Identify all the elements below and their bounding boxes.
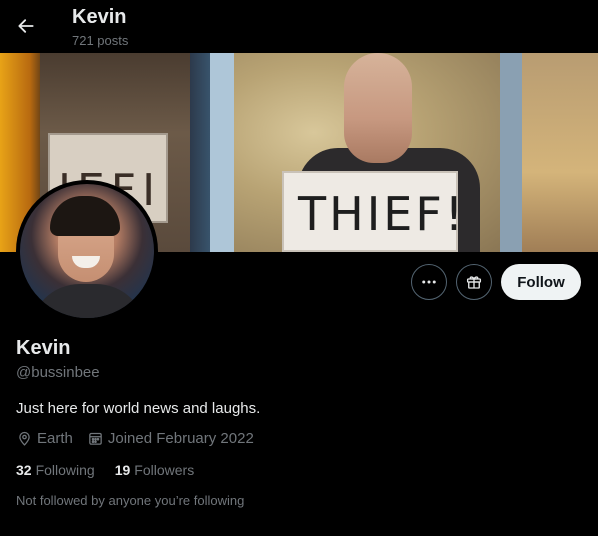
avatar[interactable] — [20, 184, 154, 318]
avatar-frame[interactable] — [16, 180, 158, 322]
follow-counts: 32 Following 19 Followers — [16, 462, 214, 478]
calendar-icon — [89, 432, 102, 445]
joined-item: Joined February 2022 — [87, 430, 254, 447]
profile-name: Kevin — [16, 337, 71, 359]
mutuals-note: Not followed by anyone you’re following — [16, 493, 245, 508]
more-horizontal-icon — [422, 280, 436, 284]
profile-handle: @bussinbee — [16, 364, 100, 381]
banner-figure-head — [344, 53, 412, 163]
followers-link[interactable]: 19 Followers — [115, 462, 194, 478]
banner-divider — [210, 53, 234, 252]
profile-bio: Just here for world news and laughs. — [16, 400, 261, 417]
banner-sign: THIEF! — [282, 171, 463, 252]
gift-icon — [466, 276, 482, 289]
more-button[interactable] — [411, 264, 447, 300]
following-label: Following — [35, 462, 95, 478]
profile-meta: Earth Joined February 2022 — [16, 430, 268, 447]
location-item: Earth — [16, 430, 73, 447]
back-button[interactable] — [8, 8, 44, 44]
arrow-left-icon — [18, 19, 34, 33]
avatar-jacket — [30, 284, 146, 318]
following-link[interactable]: 32 Following — [16, 462, 95, 478]
followers-label: Followers — [134, 462, 195, 478]
joined-text: Joined February 2022 — [107, 430, 254, 447]
banner-sign-text: THIEF! — [298, 187, 467, 241]
header-title: Kevin — [72, 6, 127, 28]
banner-map-right — [522, 53, 598, 252]
gift-button[interactable] — [456, 264, 492, 300]
profile-actions: Follow — [411, 264, 581, 300]
post-count: 721 posts — [72, 33, 129, 48]
banner-divider-right — [500, 53, 522, 252]
location-text: Earth — [37, 430, 73, 447]
follow-button[interactable]: Follow — [501, 264, 581, 300]
top-bar: Kevin 721 posts — [0, 0, 598, 53]
following-count: 32 — [16, 462, 32, 478]
location-pin-icon — [19, 431, 30, 446]
avatar-hair — [50, 196, 120, 236]
followers-count: 19 — [114, 462, 131, 478]
